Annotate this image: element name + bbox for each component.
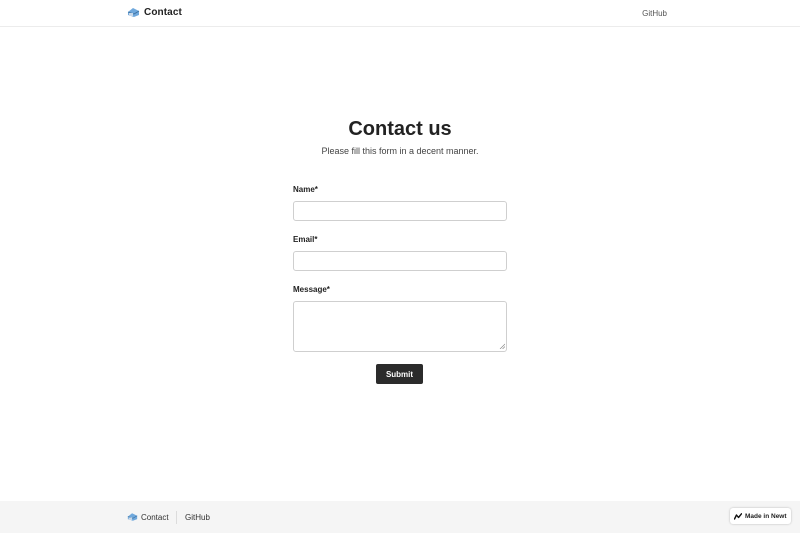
footer-divider — [176, 511, 177, 524]
page-title: Contact us — [348, 118, 452, 140]
name-label: Name* — [293, 185, 318, 194]
message-textarea[interactable] — [293, 301, 507, 352]
footer: Contact GitHub — [0, 501, 800, 533]
brand-label: Contact — [144, 7, 182, 18]
github-link[interactable]: GitHub — [642, 9, 667, 18]
contact-form: Name* Email* Message* Submit — [293, 184, 507, 394]
made-in-newt-badge[interactable]: Made in Newt — [730, 508, 791, 524]
name-input[interactable] — [293, 201, 507, 221]
brand-link[interactable]: Contact — [127, 7, 182, 18]
resize-grip-icon[interactable] — [499, 343, 505, 349]
mailbox-icon — [127, 513, 138, 521]
email-label: Email* — [293, 235, 318, 244]
top-bar: Contact GitHub — [0, 0, 800, 27]
footer-brand-link[interactable]: Contact — [127, 512, 169, 522]
message-label: Message* — [293, 285, 330, 294]
newt-logo-icon — [734, 512, 742, 520]
page-subtitle: Please fill this form in a decent manner… — [321, 146, 479, 156]
badge-label: Made in Newt — [745, 512, 787, 520]
footer-github-link[interactable]: GitHub — [185, 513, 210, 522]
email-input[interactable] — [293, 251, 507, 271]
mailbox-icon — [127, 8, 140, 17]
footer-brand-label: Contact — [141, 512, 169, 522]
submit-button[interactable]: Submit — [376, 364, 423, 384]
